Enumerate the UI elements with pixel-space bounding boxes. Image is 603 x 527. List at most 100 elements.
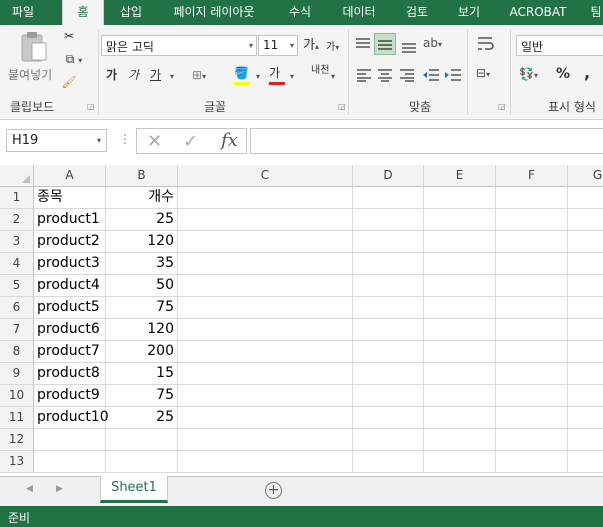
cell-d3[interactable] [353,231,424,253]
cell-c3[interactable] [178,231,353,253]
cell-f12[interactable] [496,429,568,451]
cell-b12[interactable] [106,429,178,451]
orientation-icon[interactable]: ab▾ [423,35,442,53]
tab-insert[interactable]: 삽입 [112,0,150,25]
percent-style-button[interactable]: % [556,66,570,82]
tab-home[interactable]: 홈 [62,0,104,26]
tab-team[interactable]: 팀 [585,0,603,25]
tab-acrobat[interactable]: ACROBAT [505,0,571,25]
cell-d9[interactable] [353,363,424,385]
cell-d2[interactable] [353,209,424,231]
cell-f1[interactable] [496,187,568,209]
formula-input[interactable] [250,128,603,154]
cell-g8[interactable] [568,341,603,363]
cell-a8[interactable]: product7 [34,341,106,363]
insert-function-icon[interactable]: fx [221,130,238,151]
tab-data[interactable]: 데이터 [334,0,384,25]
cell-d8[interactable] [353,341,424,363]
row-header[interactable]: 9 [0,363,34,385]
cell-g1[interactable] [568,187,603,209]
cell-g10[interactable] [568,385,603,407]
cell-e9[interactable] [424,363,496,385]
underline-dropdown-icon[interactable]: ▾ [170,69,174,85]
cell-e5[interactable] [424,275,496,297]
borders-icon[interactable]: ⊞▾ [192,67,206,85]
cell-a1[interactable]: 종목 [34,187,106,209]
enter-icon[interactable]: ✓ [183,131,198,152]
cell-b4[interactable]: 35 [106,253,178,275]
cell-c13[interactable] [178,451,353,473]
row-header[interactable]: 4 [0,253,34,275]
cell-a10[interactable]: product9 [34,385,106,407]
row-header[interactable]: 2 [0,209,34,231]
fill-color-icon[interactable]: 🪣 [234,65,250,85]
cell-f13[interactable] [496,451,568,473]
cell-a11[interactable]: product10 [34,407,109,429]
font-name-select[interactable]: 맑은 고딕 ▾ [101,35,257,56]
underline-button[interactable]: 가 [150,67,161,83]
cell-g9[interactable] [568,363,603,385]
cell-g13[interactable] [568,451,603,473]
cell-c10[interactable] [178,385,353,407]
cell-a9[interactable]: product8 [34,363,106,385]
cell-g4[interactable] [568,253,603,275]
align-right-icon[interactable] [399,68,415,82]
cell-f6[interactable] [496,297,568,319]
cell-a4[interactable]: product3 [34,253,106,275]
cell-c2[interactable] [178,209,353,231]
row-header[interactable]: 3 [0,231,34,253]
cell-b1[interactable]: 개수 [106,187,178,209]
shrink-font-button[interactable]: 가▾ [326,40,339,56]
row-header[interactable]: 6 [0,297,34,319]
phonetic-button[interactable]: 내천 [311,65,329,76]
cell-a6[interactable]: product5 [34,297,106,319]
column-header-b[interactable]: B [106,165,178,187]
cell-e7[interactable] [424,319,496,341]
cell-f9[interactable] [496,363,568,385]
font-color-dropdown-icon[interactable]: ▾ [290,69,294,85]
row-header[interactable]: 8 [0,341,34,363]
cell-g11[interactable] [568,407,603,429]
bold-button[interactable]: 가 [106,67,117,83]
align-left-icon[interactable] [356,68,372,82]
cell-b5[interactable]: 50 [106,275,178,297]
cell-c12[interactable] [178,429,353,451]
cell-e1[interactable] [424,187,496,209]
cell-e3[interactable] [424,231,496,253]
row-header[interactable]: 1 [0,187,34,209]
column-header-e[interactable]: E [424,165,496,187]
cell-b11[interactable]: 25 [106,407,178,429]
tab-formulas[interactable]: 수식 [281,0,319,25]
cell-a12[interactable] [34,429,106,451]
cell-f5[interactable] [496,275,568,297]
more-icon[interactable]: ⋮ [119,132,131,146]
cell-d13[interactable] [353,451,424,473]
cut-icon[interactable]: ✂ [60,28,78,44]
cell-f8[interactable] [496,341,568,363]
merge-center-icon[interactable]: ⊟▾ [476,65,490,83]
cell-b8[interactable]: 200 [106,341,178,363]
cell-d12[interactable] [353,429,424,451]
cell-b2[interactable]: 25 [106,209,178,231]
wrap-text-icon[interactable] [476,35,496,53]
cell-d10[interactable] [353,385,424,407]
tab-page-layout[interactable]: 페이지 레이아웃 [162,0,266,25]
cell-g5[interactable] [568,275,603,297]
cell-f11[interactable] [496,407,568,429]
cell-g12[interactable] [568,429,603,451]
cell-f10[interactable] [496,385,568,407]
font-size-select[interactable]: 11 ▾ [258,35,298,56]
italic-button[interactable]: 가 [128,67,139,83]
row-header[interactable]: 13 [0,451,34,473]
cell-c9[interactable] [178,363,353,385]
row-header[interactable]: 11 [0,407,34,429]
row-header[interactable]: 12 [0,429,34,451]
cell-e11[interactable] [424,407,496,429]
cell-e4[interactable] [424,253,496,275]
comma-style-button[interactable]: , [584,65,590,81]
horizontal-scrollbar[interactable] [330,487,603,497]
scroll-left-icon[interactable]: ◀ [26,484,33,494]
alignment-launcher-icon[interactable]: ◲ [498,103,506,111]
column-header-a[interactable]: A [34,165,106,187]
cell-a13[interactable] [34,451,106,473]
